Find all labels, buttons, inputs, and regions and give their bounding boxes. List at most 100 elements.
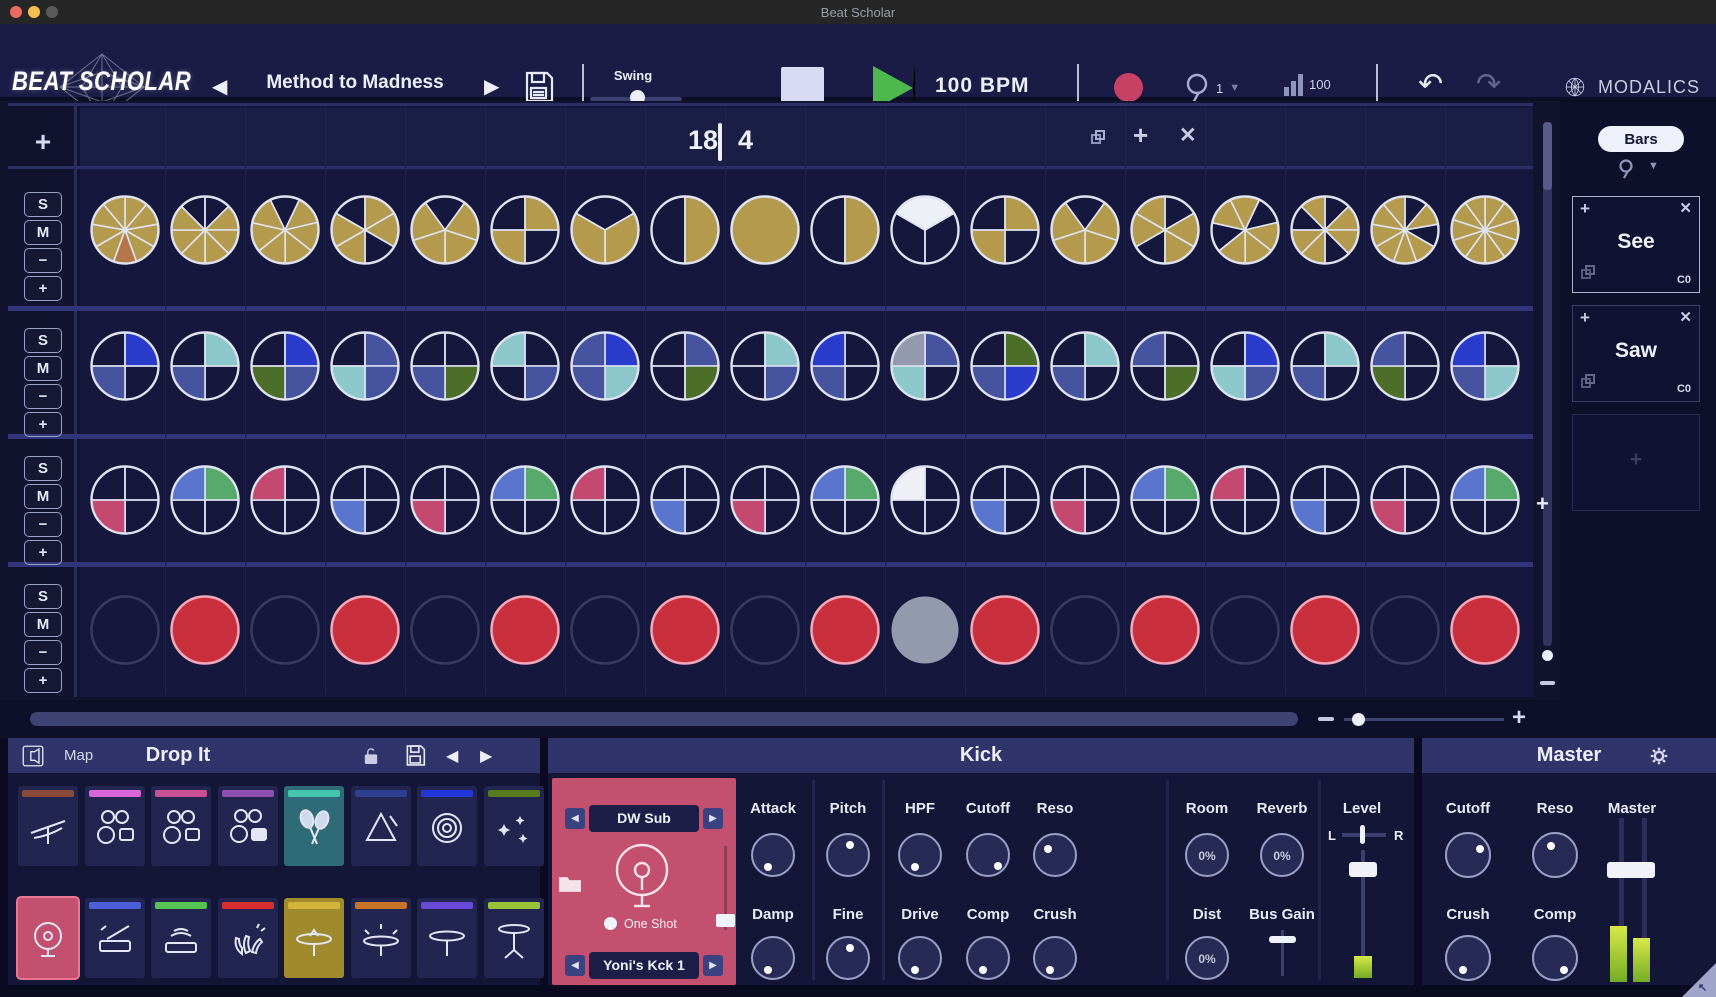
level-fader-handle[interactable] <box>1349 862 1377 877</box>
beat-pie-r4-c14[interactable] <box>1128 593 1202 672</box>
beat-pie-r3-c1[interactable] <box>88 463 162 542</box>
knob-dist[interactable]: 0% <box>1185 936 1229 980</box>
sort-caret-icon[interactable]: ▼ <box>1648 160 1659 172</box>
beat-pie-r3-c15[interactable] <box>1208 463 1282 542</box>
add-division-button-row2[interactable]: + <box>24 412 62 437</box>
drum-pad-target[interactable] <box>417 786 477 866</box>
bus-gain-handle[interactable] <box>1269 936 1296 943</box>
bank-next-button[interactable]: ▶ <box>703 808 723 829</box>
drum-pad-kick-drum[interactable] <box>18 898 78 978</box>
drum-pad-china-cymbal[interactable] <box>284 898 344 978</box>
knob-crush[interactable] <box>1445 935 1491 981</box>
grid-zoom-handle[interactable] <box>1352 713 1365 726</box>
beat-pie-r2-c18[interactable] <box>1448 329 1522 408</box>
vertical-scrollbar[interactable] <box>1543 122 1552 646</box>
beat-pie-r4-c17[interactable] <box>1368 593 1442 672</box>
beat-pie-r3-c5[interactable] <box>408 463 482 542</box>
horizontal-scrollbar[interactable] <box>30 712 1298 726</box>
beat-pie-r2-c5[interactable] <box>408 329 482 408</box>
bar-card-empty[interactable]: + <box>1572 414 1700 511</box>
delete-bar-card-icon[interactable]: ✕ <box>1679 308 1692 326</box>
beat-pie-r1-c14[interactable] <box>1128 193 1202 272</box>
beat-pie-r2-c11[interactable] <box>888 329 962 408</box>
drum-pad-clap[interactable] <box>218 898 278 978</box>
beat-pie-r3-c13[interactable] <box>1048 463 1122 542</box>
drum-pad-drumkit[interactable] <box>151 786 211 866</box>
add-bar-card-button[interactable]: + <box>1573 448 1699 472</box>
beat-pie-r2-c2[interactable] <box>168 329 242 408</box>
beat-pie-r4-c11[interactable] <box>888 593 962 672</box>
drum-pad-drumkit-tom[interactable] <box>218 786 278 866</box>
remove-division-button-row2[interactable]: − <box>24 384 62 409</box>
add-division-button-row1[interactable]: + <box>24 276 62 301</box>
beat-pie-r3-c18[interactable] <box>1448 463 1522 542</box>
beat-pie-r4-c8[interactable] <box>648 593 722 672</box>
beat-pie-r2-c4[interactable] <box>328 329 402 408</box>
beat-pie-r3-c7[interactable] <box>568 463 642 542</box>
add-row-button[interactable]: + <box>24 123 62 161</box>
beat-pie-r3-c17[interactable] <box>1368 463 1442 542</box>
beat-pie-r2-c8[interactable] <box>648 329 722 408</box>
knob-drive[interactable] <box>898 936 942 980</box>
beat-pie-r1-c17[interactable] <box>1368 193 1442 272</box>
master-fader-handle[interactable] <box>1607 862 1655 878</box>
beat-pie-r1-c2[interactable] <box>168 193 242 272</box>
knob-fine[interactable] <box>826 936 870 980</box>
bank-name[interactable]: DW Sub <box>589 805 699 832</box>
save-kit-icon[interactable] <box>404 744 427 772</box>
undo-button[interactable]: ↶ <box>1418 70 1443 100</box>
fullscreen-button[interactable] <box>46 6 58 18</box>
close-button[interactable] <box>10 6 22 18</box>
duplicate-bar-card-icon[interactable] <box>1581 374 1595 393</box>
solo-button-row4[interactable]: S <box>24 584 62 609</box>
grid-zoom-in-button[interactable]: + <box>1512 704 1526 732</box>
beat-pie-r4-c1[interactable] <box>88 593 162 672</box>
pan-handle[interactable] <box>1360 825 1365 844</box>
delete-bar-card-icon[interactable]: ✕ <box>1679 199 1692 217</box>
mute-button-row4[interactable]: M <box>24 612 62 637</box>
beat-pie-r3-c12[interactable] <box>968 463 1042 542</box>
mute-button-row1[interactable]: M <box>24 220 62 245</box>
knob-crush[interactable] <box>1033 936 1077 980</box>
beat-pie-r3-c16[interactable] <box>1288 463 1362 542</box>
beat-pie-r2-c3[interactable] <box>248 329 322 408</box>
beat-pie-r4-c13[interactable] <box>1048 593 1122 672</box>
beat-pie-r3-c9[interactable] <box>728 463 802 542</box>
vertical-scrollbar-thumb[interactable] <box>1543 122 1552 190</box>
drum-pad-crash-cymbal[interactable] <box>351 898 411 978</box>
knob-room[interactable]: 0% <box>1185 833 1229 877</box>
redo-button[interactable]: ↷ <box>1476 70 1501 100</box>
bar-card-see[interactable]: +✕SeeC0 <box>1572 196 1700 293</box>
drum-pad-shakers[interactable] <box>284 786 344 866</box>
beat-pie-r2-c9[interactable] <box>728 329 802 408</box>
knob-reverb[interactable]: 0% <box>1260 833 1304 877</box>
drum-pad-buzz-snare[interactable] <box>151 898 211 978</box>
beat-pie-r4-c10[interactable] <box>808 593 882 672</box>
bar-card-saw[interactable]: +✕SawC0 <box>1572 305 1700 402</box>
beat-pie-r4-c15[interactable] <box>1208 593 1282 672</box>
knob-cutoff[interactable] <box>966 833 1010 877</box>
knob-reso[interactable] <box>1033 833 1077 877</box>
add-to-bar-icon[interactable]: + <box>1580 308 1590 328</box>
knob-attack[interactable] <box>751 833 795 877</box>
mute-button-row2[interactable]: M <box>24 356 62 381</box>
drum-pad-stand-cymbal[interactable] <box>484 898 544 978</box>
beat-pie-r2-c12[interactable] <box>968 329 1042 408</box>
knob-hpf[interactable] <box>898 833 942 877</box>
beat-pie-r4-c3[interactable] <box>248 593 322 672</box>
quantize-control[interactable]: 1 ▼ <box>1184 72 1240 104</box>
beat-pie-r3-c14[interactable] <box>1128 463 1202 542</box>
add-division-button-row4[interactable]: + <box>24 668 62 693</box>
drum-pad-snare[interactable] <box>85 898 145 978</box>
drum-pad-ride-cymbal[interactable] <box>417 898 477 978</box>
beat-pie-r3-c3[interactable] <box>248 463 322 542</box>
beat-pie-r4-c5[interactable] <box>408 593 482 672</box>
beat-pie-r3-c8[interactable] <box>648 463 722 542</box>
drum-pad-swish-cymbal[interactable] <box>18 786 78 866</box>
remove-division-button-row1[interactable]: − <box>24 248 62 273</box>
duplicate-bar-icon[interactable] <box>1091 130 1105 149</box>
beat-pie-r1-c16[interactable] <box>1288 193 1362 272</box>
beat-pie-r3-c10[interactable] <box>808 463 882 542</box>
knob-comp[interactable] <box>1532 935 1578 981</box>
beat-pie-r1-c10[interactable] <box>808 193 882 272</box>
